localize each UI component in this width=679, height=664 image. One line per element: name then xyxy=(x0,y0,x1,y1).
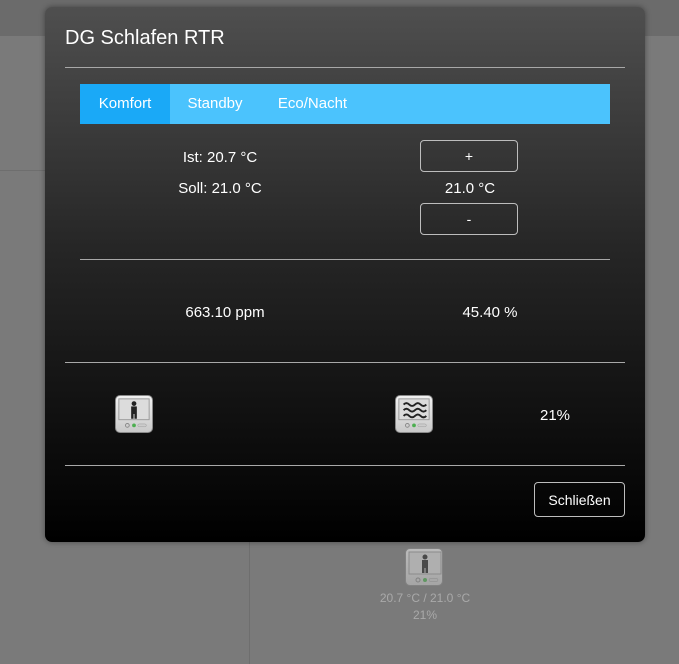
section-divider xyxy=(65,362,625,363)
increase-setpoint-button[interactable]: + xyxy=(420,140,518,172)
section-divider xyxy=(80,259,610,260)
heat-waves-icon[interactable] xyxy=(395,395,433,433)
decrease-setpoint-button[interactable]: - xyxy=(420,203,518,235)
dialog-title: DG Schlafen RTR xyxy=(65,27,225,49)
co2-value: 663.10 ppm xyxy=(185,304,265,321)
close-button[interactable]: Schließen xyxy=(534,482,625,517)
background-divider xyxy=(0,170,46,171)
person-icon[interactable] xyxy=(115,395,153,433)
setpoint-value: 21.0 °C xyxy=(444,180,496,197)
tab-standby[interactable]: Standby xyxy=(170,84,260,124)
background-percent-text: 21% xyxy=(412,608,438,622)
mode-tabs: Komfort Standby Eco/Nacht xyxy=(80,84,610,124)
actual-temperature: Ist: 20.7 °C xyxy=(182,149,258,166)
tab-eco-nacht[interactable]: Eco/Nacht xyxy=(260,84,365,124)
footer-divider xyxy=(65,465,625,466)
background-divider xyxy=(249,540,250,664)
target-temperature: Soll: 21.0 °C xyxy=(178,180,262,197)
humidity-value: 45.40 % xyxy=(462,304,518,321)
tab-komfort[interactable]: Komfort xyxy=(80,84,170,124)
background-person-icon[interactable] xyxy=(405,548,443,586)
valve-percent: 21% xyxy=(539,407,571,424)
thermostat-dialog: DG Schlafen RTR Komfort Standby Eco/Nach… xyxy=(45,7,645,542)
title-divider xyxy=(65,67,625,68)
background-temperature-text: 20.7 °C / 21.0 °C xyxy=(379,591,471,605)
